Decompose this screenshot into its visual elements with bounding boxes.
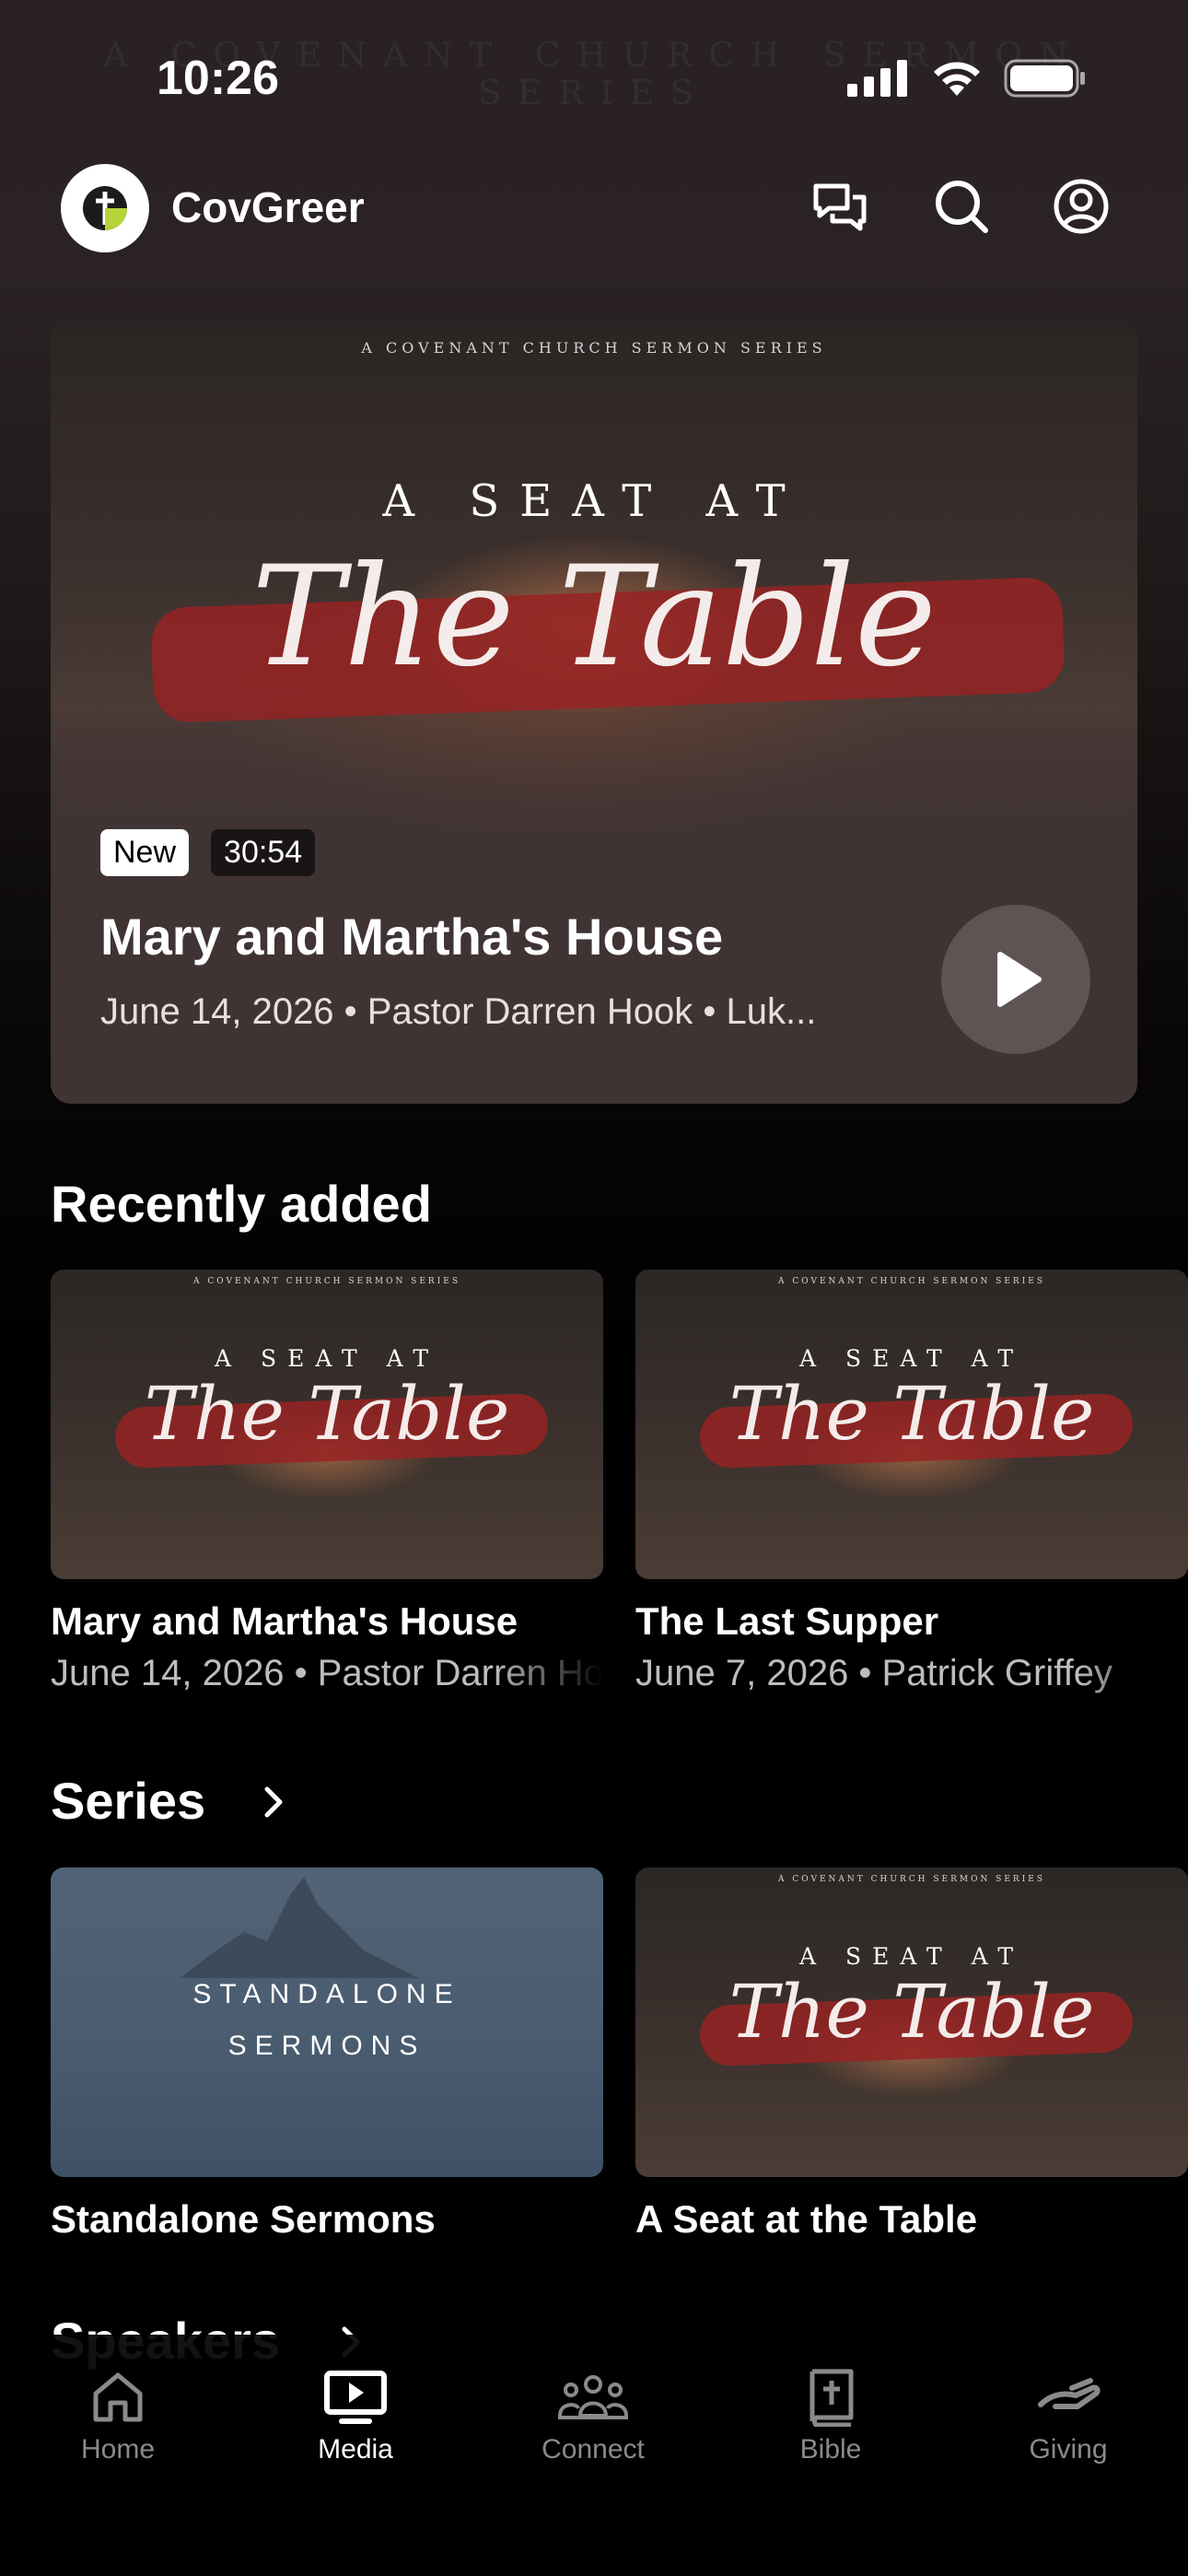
series-heading[interactable]: Series	[51, 1771, 205, 1831]
recent-sermon-card[interactable]: A COVENANT CHURCH SERMON SERIES A SEAT A…	[51, 1270, 603, 1694]
tab-label: Media	[318, 2434, 393, 2465]
series-thumbnail: A COVENANT CHURCH SERMON SERIES A SEAT A…	[635, 1868, 1188, 2177]
app-name: CovGreer	[171, 183, 365, 231]
thumb-kicker: A COVENANT CHURCH SERMON SERIES	[193, 1277, 460, 1286]
thumb-title-top: A SEAT AT	[798, 1345, 1025, 1372]
recent-sermon-card[interactable]: A COVENANT CHURCH SERMON SERIES A SEAT A…	[635, 1270, 1188, 1694]
tab-label: Bible	[799, 2434, 862, 2465]
thumb-title-script: The Table	[144, 1371, 510, 1457]
chevron-right-icon[interactable]	[260, 1784, 287, 1821]
giving-hand-icon	[1038, 2378, 1101, 2409]
thumb-kicker: A COVENANT CHURCH SERMON SERIES	[778, 1875, 1045, 1884]
duration-badge: 30:54	[211, 829, 316, 876]
series-title: Standalone Sermons	[51, 2197, 436, 2241]
series-card[interactable]: A COVENANT CHURCH SERMON SERIES A SEAT A…	[635, 1868, 1188, 2242]
app-header: CovGreer	[0, 157, 1188, 267]
tab-label: Connect	[542, 2434, 645, 2465]
wifi-icon	[934, 62, 980, 96]
hero-badges: New 30:54	[100, 829, 316, 876]
thumb-title-script: The Table	[728, 1371, 1095, 1457]
series-thumbnail: STANDALONE SERMONS	[51, 1868, 603, 2177]
battery-icon	[1004, 59, 1085, 98]
featured-sermon-card[interactable]: A COVENANT CHURCH SERMON SERIES A SEAT A…	[51, 321, 1137, 1104]
tab-media[interactable]: Media	[263, 2368, 448, 2465]
search-icon[interactable]	[932, 177, 991, 236]
series-card[interactable]: STANDALONE SERMONS Standalone Sermons	[51, 1868, 603, 2242]
profile-icon[interactable]	[1052, 177, 1111, 236]
featured-sermon-title: Mary and Martha's House	[100, 907, 724, 966]
tab-bible[interactable]: Bible	[739, 2368, 923, 2465]
cellular-signal-icon	[847, 60, 907, 97]
people-icon	[558, 2375, 628, 2419]
new-badge: New	[100, 829, 190, 876]
messages-icon[interactable]	[810, 177, 869, 236]
recent-sermon-subtitle: June 7, 2026 • Patrick Griffey	[635, 1653, 1112, 1693]
thumb-title-script: The Table	[728, 1969, 1095, 2055]
sermon-thumbnail: A COVENANT CHURCH SERMON SERIES A SEAT A…	[635, 1270, 1188, 1579]
tab-label: Giving	[1029, 2434, 1108, 2465]
tab-giving[interactable]: Giving	[976, 2368, 1160, 2465]
play-icon	[997, 952, 1042, 1007]
church-logo-icon[interactable]	[61, 164, 149, 252]
home-icon	[93, 2372, 143, 2422]
play-button[interactable]	[941, 905, 1090, 1054]
thumb-title-top: A SEAT AT	[798, 1943, 1025, 1970]
recent-sermon-title: The Last Supper	[635, 1599, 939, 1643]
bottom-tab-bar: Home Media Connect Bible Giving	[0, 2335, 1188, 2576]
status-icons	[847, 59, 1087, 98]
tab-label: Home	[80, 2434, 156, 2465]
sermon-thumbnail: A COVENANT CHURCH SERMON SERIES A SEAT A…	[51, 1270, 603, 1579]
bible-icon	[809, 2369, 854, 2427]
thumb-title-top: A SEAT AT	[214, 1345, 440, 1372]
series-title: A Seat at the Table	[635, 2197, 978, 2241]
tab-home[interactable]: Home	[26, 2368, 210, 2465]
standalone-art-text: STANDALONE SERMONS	[51, 1969, 603, 2072]
status-time: 10:26	[157, 52, 279, 105]
tab-connect[interactable]: Connect	[501, 2368, 685, 2465]
recently-added-heading: Recently added	[51, 1175, 432, 1233]
artwork-title-script: The Table	[251, 537, 937, 697]
featured-sermon-meta: June 14, 2026 • Pastor Darren Hook • Luk…	[100, 991, 817, 1032]
standalone-art-line2: SERMONS	[227, 2031, 426, 2061]
series-kicker: A COVENANT CHURCH SERMON SERIES	[361, 339, 827, 357]
recent-sermon-title: Mary and Martha's House	[51, 1599, 518, 1643]
recent-sermon-subtitle: June 14, 2026 • Pastor Darren Hook	[51, 1653, 603, 1693]
thumb-kicker: A COVENANT CHURCH SERMON SERIES	[778, 1277, 1045, 1286]
media-icon	[324, 2371, 387, 2424]
status-bar: 10:26	[0, 0, 1188, 157]
standalone-art-line1: STANDALONE	[192, 1979, 461, 2009]
artwork-title-top: A SEAT AT	[382, 475, 806, 527]
